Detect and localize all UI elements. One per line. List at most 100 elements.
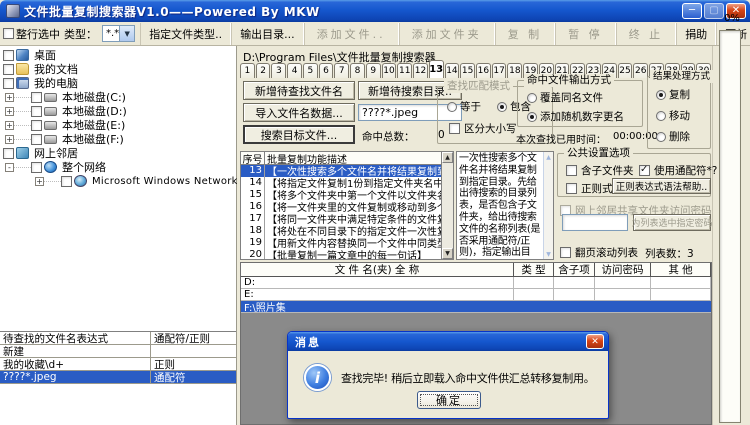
- function-row[interactable]: 13【一次性搜索多个文件名并将结果复制到指: [241, 165, 441, 177]
- function-row[interactable]: 15【将多个文件夹中第一个文件以文件夹名重: [241, 189, 441, 201]
- tab-14[interactable]: 14: [445, 63, 460, 78]
- function-row[interactable]: 18【将处在不同目录下的指定文件一次性复制: [241, 224, 441, 236]
- page-scroll-checkbox[interactable]: [560, 247, 571, 258]
- toolbar-button[interactable]: 指定文件类型..: [140, 23, 231, 45]
- tab-10[interactable]: 10: [382, 63, 397, 78]
- regex-checkbox[interactable]: [566, 183, 577, 194]
- expander-icon[interactable]: +: [5, 107, 14, 116]
- tab-18[interactable]: 18: [507, 63, 522, 78]
- tree-item[interactable]: -整个网络: [0, 160, 235, 174]
- radio-option[interactable]: 移动: [656, 108, 690, 123]
- tree-item-checkbox[interactable]: [31, 92, 42, 103]
- tree-item-checkbox[interactable]: [3, 50, 14, 61]
- tab-2[interactable]: 2: [256, 63, 271, 78]
- tree-item[interactable]: +本地磁盘(D:): [0, 104, 235, 118]
- radio-option[interactable]: 复制: [656, 87, 690, 102]
- select-whole-row-checkbox[interactable]: [3, 28, 14, 39]
- dialog-close-button[interactable]: ✕: [586, 334, 604, 349]
- tree-item-checkbox[interactable]: [31, 162, 42, 173]
- tab-25[interactable]: 25: [618, 63, 633, 78]
- radio-option[interactable]: 删除: [656, 129, 690, 144]
- desc-scroll-down-icon[interactable]: ▼: [544, 249, 553, 259]
- tab-17[interactable]: 17: [492, 63, 507, 78]
- function-row[interactable]: 16【将一文件夹里的文件复制或移动到多个文: [241, 201, 441, 213]
- page-scroll-option[interactable]: 翻页滚动列表: [560, 245, 638, 260]
- tab-15[interactable]: 15: [460, 63, 475, 78]
- regex-help-button[interactable]: 正则表达式语法帮助..: [612, 178, 711, 194]
- ok-button[interactable]: 确定: [417, 391, 481, 409]
- search-target-button[interactable]: 搜索目标文件...: [243, 125, 355, 144]
- wildcard-option[interactable]: 使用通配符*?: [639, 163, 717, 178]
- function-row[interactable]: 14【将指定文件复制1份到指定文件夹名中】: [241, 177, 441, 189]
- tree-connector: [14, 139, 31, 140]
- description-scrollbar[interactable]: ▲ ▼: [543, 152, 553, 259]
- disk-icon: [44, 93, 57, 102]
- function-row[interactable]: 19【用新文件内容替换同一个文件中同类型文: [241, 236, 441, 248]
- tree-item-checkbox[interactable]: [3, 64, 14, 75]
- toolbar-button[interactable]: 输出目录...: [231, 23, 304, 45]
- tree-item-checkbox[interactable]: [31, 106, 42, 117]
- pattern-row[interactable]: 新建: [0, 345, 236, 358]
- tree-item[interactable]: 我的文档: [0, 62, 235, 76]
- include-subfolder-option[interactable]: 含子文件夹: [566, 163, 634, 178]
- tree-item-checkbox[interactable]: [31, 120, 42, 131]
- pattern-row[interactable]: 我的收藏\d+正则: [0, 358, 236, 371]
- tree-item[interactable]: 我的电脑: [0, 76, 235, 90]
- tab-8[interactable]: 8: [350, 63, 365, 78]
- tab-5[interactable]: 5: [303, 63, 318, 78]
- case-sensitive-option[interactable]: 区分大小写: [449, 121, 517, 136]
- function-list-header: 序号 批量复制功能描述: [241, 152, 441, 165]
- tab-13[interactable]: 13: [429, 60, 444, 78]
- function-row[interactable]: 20【批量复制一篇文章中的每一句话】: [241, 248, 441, 259]
- tree-item[interactable]: +Microsoft Windows Network: [0, 174, 235, 188]
- expander-icon[interactable]: +: [35, 177, 44, 186]
- tree-item[interactable]: 桌面: [0, 48, 235, 62]
- tree-item[interactable]: +本地磁盘(E:): [0, 118, 235, 132]
- expander-icon[interactable]: -: [5, 163, 14, 172]
- radio-option[interactable]: 添加随机数字更名: [527, 109, 624, 124]
- expander-icon[interactable]: +: [5, 135, 14, 144]
- tree-item-checkbox[interactable]: [61, 176, 72, 187]
- password-input[interactable]: [562, 214, 628, 231]
- tab-11[interactable]: 11: [397, 63, 412, 78]
- radio-option[interactable]: 覆盖同名文件: [527, 90, 624, 105]
- include-subfolder-checkbox[interactable]: [566, 165, 577, 176]
- function-list-scrollbar[interactable]: ▲ ▼: [441, 152, 453, 259]
- file-type-combo[interactable]: *.* ▼: [102, 25, 135, 42]
- toolbar-button[interactable]: 捐助: [676, 23, 716, 45]
- tree-item[interactable]: +本地磁盘(F:): [0, 132, 235, 146]
- regex-option[interactable]: 正则式: [566, 181, 613, 196]
- tab-6[interactable]: 6: [319, 63, 334, 78]
- function-row-desc: 【将处在不同目录下的指定文件一次性复制: [265, 224, 441, 236]
- minimize-button[interactable]: ─: [682, 3, 702, 19]
- file-table-row[interactable]: E:: [241, 289, 711, 301]
- import-filenames-button[interactable]: 导入文件名数据...: [243, 103, 355, 122]
- scroll-down-icon[interactable]: ▼: [442, 248, 453, 259]
- wildcard-checkbox[interactable]: [639, 165, 650, 176]
- tab-12[interactable]: 12: [413, 63, 428, 78]
- tree-item-checkbox[interactable]: [3, 148, 14, 159]
- tab-26[interactable]: 26: [633, 63, 648, 78]
- tab-9[interactable]: 9: [366, 63, 381, 78]
- scroll-up-icon[interactable]: ▲: [442, 152, 453, 163]
- file-table-row[interactable]: D:: [241, 277, 711, 289]
- function-row[interactable]: 17【将同一文件夹中满足特定条件的文件复制: [241, 213, 441, 225]
- expander-icon[interactable]: +: [5, 93, 14, 102]
- tab-1[interactable]: 1: [240, 63, 255, 78]
- tree-item-checkbox[interactable]: [31, 134, 42, 145]
- expander-icon[interactable]: +: [5, 121, 14, 130]
- desc-scroll-up-icon[interactable]: ▲: [544, 152, 553, 162]
- add-filename-button[interactable]: 新增待查找文件名: [243, 81, 355, 100]
- tab-7[interactable]: 7: [334, 63, 349, 78]
- dropdown-arrow-icon[interactable]: ▼: [119, 26, 134, 41]
- tree-item-checkbox[interactable]: [3, 78, 14, 89]
- tab-3[interactable]: 3: [271, 63, 286, 78]
- radio-option[interactable]: 等于: [447, 99, 481, 114]
- file-table-row[interactable]: F:\照片集: [241, 301, 711, 313]
- case-sensitive-checkbox[interactable]: [449, 123, 460, 134]
- pattern-row[interactable]: ????*.jpeg通配符: [0, 371, 236, 384]
- tab-16[interactable]: 16: [476, 63, 491, 78]
- tree-item[interactable]: 网上邻居: [0, 146, 235, 160]
- tree-item[interactable]: +本地磁盘(C:): [0, 90, 235, 104]
- tab-4[interactable]: 4: [287, 63, 302, 78]
